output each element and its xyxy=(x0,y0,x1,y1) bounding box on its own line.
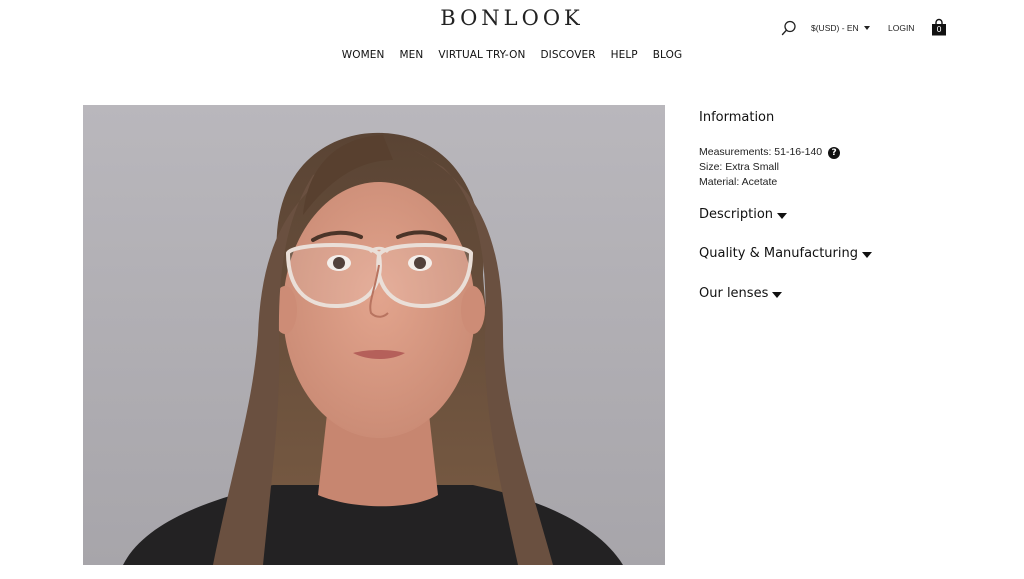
nav-item-women[interactable]: WOMEN xyxy=(342,48,385,62)
description-label: Description xyxy=(699,207,774,222)
cart-count-badge: 0 xyxy=(936,25,942,34)
login-link[interactable]: LOGIN xyxy=(888,22,914,34)
accordion-description[interactable]: Description xyxy=(699,207,788,223)
quality-label: Quality & Manufacturing xyxy=(699,246,858,261)
spec-measurements: Measurements: 51-16-140 ? xyxy=(699,145,999,160)
product-photo xyxy=(83,105,665,565)
chevron-down-icon xyxy=(772,292,783,298)
chevron-down-icon xyxy=(863,26,870,30)
chevron-down-icon xyxy=(777,213,788,219)
brand-logo[interactable]: BONLOOK xyxy=(0,5,1024,31)
chevron-down-icon xyxy=(862,252,872,258)
spec-material: Material: Acetate xyxy=(699,176,778,188)
nav-item-men[interactable]: MEN xyxy=(399,48,423,62)
question-circle-icon[interactable]: ? xyxy=(828,146,841,159)
nav-item-virtual-try-on[interactable]: VIRTUAL TRY-ON xyxy=(438,48,525,62)
spec-list: Measurements: 51-16-140 ? Size: Extra Sm… xyxy=(699,145,999,190)
currency-language-selector[interactable]: $(USD) - EN xyxy=(811,22,870,34)
accordion-quality-manufacturing[interactable]: Quality & Manufacturing xyxy=(699,246,872,262)
nav-item-discover[interactable]: DISCOVER xyxy=(540,48,595,62)
shopping-bag-icon[interactable]: 0 xyxy=(931,18,947,36)
search-icon[interactable] xyxy=(781,20,797,36)
lenses-label: Our lenses xyxy=(699,286,769,301)
measurements-text: Measurements: 51-16-140 xyxy=(699,146,823,158)
main-nav: WOMEN MEN VIRTUAL TRY-ON DISCOVER HELP B… xyxy=(0,48,1024,62)
product-information: Information Measurements: 51-16-140 ? Si… xyxy=(699,110,999,190)
information-heading: Information xyxy=(699,110,775,125)
nav-item-blog[interactable]: BLOG xyxy=(653,48,682,62)
nav-item-help[interactable]: HELP xyxy=(611,48,638,62)
currency-label: $(USD) - EN xyxy=(811,23,859,33)
accordion-our-lenses[interactable]: Our lenses xyxy=(699,286,783,302)
spec-size: Size: Extra Small xyxy=(699,161,779,173)
